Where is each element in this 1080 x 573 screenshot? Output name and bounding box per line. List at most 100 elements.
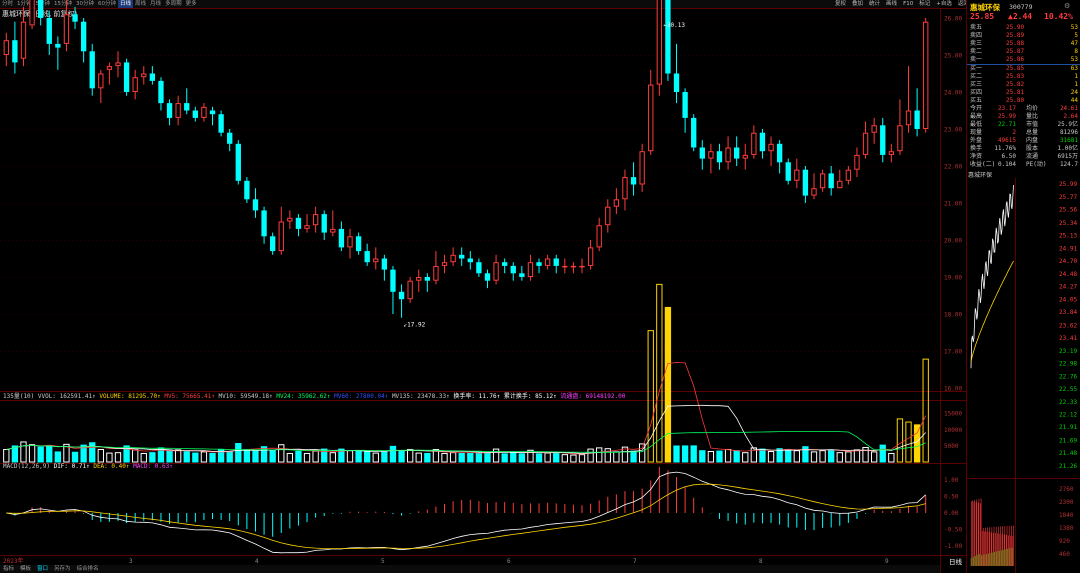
candle-body <box>785 162 791 181</box>
candle <box>106 62 113 85</box>
intraday-chart[interactable]: 25.99 25.77 25.56 25.34 25.13 24.91 24.70 24.48… <box>967 178 1080 573</box>
bottom-tab[interactable]: 另存为 <box>51 565 74 573</box>
bottom-tab[interactable]: 综合排名 <box>74 565 102 573</box>
candle-body <box>321 214 327 233</box>
order-label: 买二 <box>970 73 983 80</box>
candle-body <box>587 247 594 266</box>
intraday-axis-label: 24.70 <box>1059 258 1077 265</box>
volume-bar <box>278 444 285 463</box>
volume-bar <box>149 452 156 463</box>
volume-bar <box>46 445 53 463</box>
candle-body <box>493 262 499 281</box>
volume-bar <box>845 451 852 463</box>
candle <box>149 66 156 85</box>
stat-value: 49615 <box>997 137 1016 144</box>
candle-body <box>295 217 302 229</box>
candle-body <box>278 221 284 252</box>
candle <box>72 6 78 30</box>
candles <box>3 0 929 318</box>
macd-axis-label: -1.00 <box>944 543 962 550</box>
timeline-label: 6 <box>507 558 511 565</box>
candle <box>123 58 130 96</box>
candle <box>12 21 18 74</box>
candle-body <box>553 258 559 266</box>
candle <box>416 269 422 292</box>
high-price-label: ←30.13 <box>663 22 685 29</box>
volume-bar <box>97 448 104 463</box>
volume-legend-item: 累计换手: 85.12↑ <box>504 392 561 400</box>
order-price: 25.81 <box>1006 89 1025 96</box>
volume-bar <box>226 450 233 463</box>
volume-bar <box>656 283 663 463</box>
volume-bar <box>699 450 706 463</box>
volume-legend-item: MV24: 35962.62↑ <box>276 393 334 400</box>
volume-bar <box>54 451 62 463</box>
candle <box>794 158 800 189</box>
volume-bar <box>484 452 491 463</box>
mv10-line <box>6 404 926 454</box>
volume-bar <box>767 450 775 463</box>
volume-bar <box>37 446 44 463</box>
candle-body <box>106 66 113 70</box>
stat-value: 6.50 <box>1001 153 1016 160</box>
candle-body <box>768 143 774 152</box>
volume-bar <box>235 443 242 463</box>
candle-body <box>794 169 800 181</box>
candle <box>622 169 628 211</box>
volume-bar <box>518 453 526 463</box>
candle-body <box>923 21 929 130</box>
settings-icon[interactable]: ⚙ <box>1064 2 1070 10</box>
candle <box>828 166 834 196</box>
macd-series <box>6 466 927 554</box>
candle-body <box>424 277 430 281</box>
volume-bar <box>406 448 414 463</box>
macd-legend-item: DEA: 0.40↑ <box>93 463 133 470</box>
candle <box>854 147 860 178</box>
candle <box>407 277 413 303</box>
candle-body <box>355 236 362 252</box>
candle-body <box>132 77 138 92</box>
price-axis-label: 20.00 <box>944 238 962 245</box>
volume-bar <box>785 448 792 463</box>
candle <box>398 284 405 318</box>
bottom-tab[interactable]: 模板 <box>17 565 34 573</box>
price-change-pct: 10.42% <box>1044 12 1073 21</box>
volume-bar <box>140 452 147 463</box>
order-volume: 47 <box>1070 40 1078 47</box>
intraday-axis-label: 23.62 <box>1059 322 1077 329</box>
intraday-axis-label: 24.91 <box>1059 245 1077 252</box>
candle-body <box>398 291 405 300</box>
volume-bar <box>389 445 397 463</box>
volume-bar <box>724 448 732 463</box>
stat-label: 内盘 <box>1026 137 1039 144</box>
price-axis-label: 17.00 <box>944 349 962 356</box>
volume-bar <box>269 450 276 463</box>
candle <box>587 240 594 270</box>
volume-bar <box>862 447 869 463</box>
period-label: 日线 <box>949 558 962 566</box>
candle <box>166 99 173 126</box>
stats-row: 今开 23.17 均价 24.61 <box>970 105 1078 113</box>
intraday-volume-axis-label: 2300 <box>1059 499 1074 506</box>
candle-body <box>510 265 516 274</box>
candle <box>270 232 276 255</box>
order-label: 卖五 <box>970 24 983 31</box>
candle-body <box>304 225 310 229</box>
bottom-tab[interactable]: 窗口 <box>34 565 51 573</box>
candle <box>175 95 181 126</box>
stat-value: 0.104 <box>997 161 1016 168</box>
candle-body <box>416 277 422 281</box>
kline-chart[interactable]: 26.00 25.00 24.00 23.00 22.00 21.00 20.00 19.00… <box>0 0 966 573</box>
order-label: 买一 <box>970 65 983 72</box>
volume-bar <box>664 306 672 463</box>
volume-legend-item: MV60: 27800.04↑ <box>334 393 392 400</box>
volume-bar <box>553 452 560 463</box>
candle <box>802 166 809 203</box>
candle-body <box>570 265 577 268</box>
bottom-tab[interactable]: 指标 <box>0 565 17 573</box>
stat-value: 23.17 <box>997 105 1016 112</box>
candle <box>244 177 250 203</box>
stat-label: 净资 <box>970 153 983 160</box>
candle <box>304 214 310 233</box>
intraday-volume-axis-label: 1380 <box>1059 525 1074 532</box>
